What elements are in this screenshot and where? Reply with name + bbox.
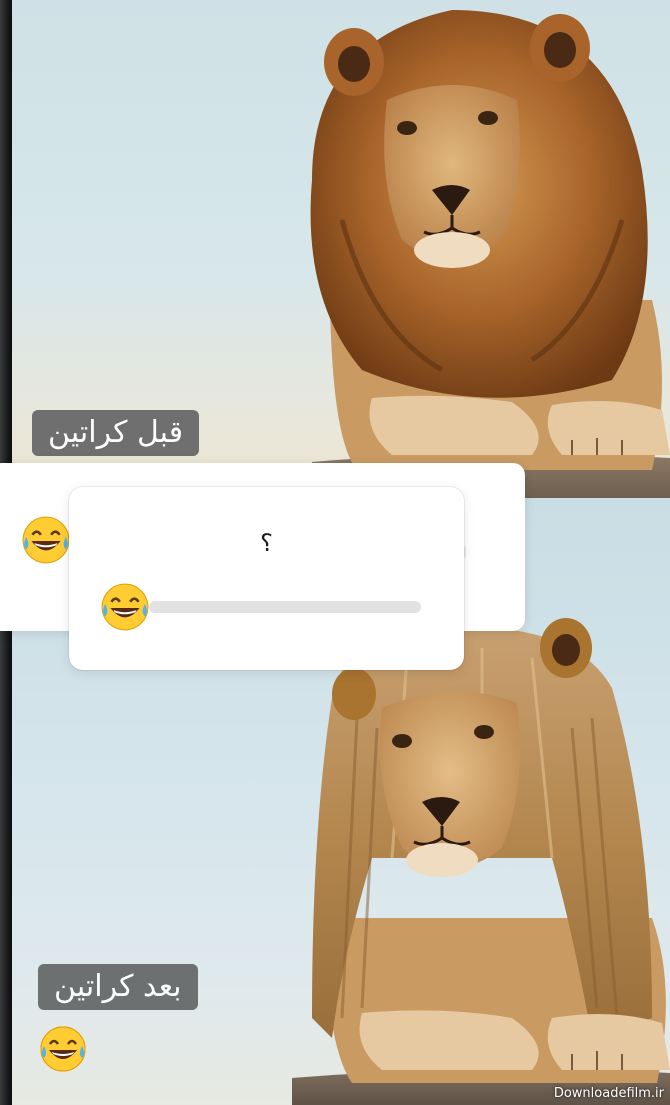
tears-of-joy-icon bbox=[22, 516, 70, 564]
before-caption: قبل کراتین bbox=[32, 410, 200, 456]
before-image-panel: قبل کراتین bbox=[12, 0, 670, 498]
slider-track[interactable] bbox=[149, 601, 421, 613]
watermark: Downloadefilm.ir bbox=[553, 1086, 664, 1101]
after-caption: بعد کراتین bbox=[38, 964, 198, 1010]
emoji-slider-sticker[interactable]: ؟ bbox=[69, 487, 464, 670]
story-screen: قبل کراتین بعد کراتین Downloadefilm.ir ؟ bbox=[0, 0, 670, 1105]
tears-of-joy-icon bbox=[40, 1026, 86, 1072]
tears-of-joy-slider-thumb-icon[interactable] bbox=[99, 581, 151, 633]
slider-question: ؟ bbox=[260, 529, 273, 557]
